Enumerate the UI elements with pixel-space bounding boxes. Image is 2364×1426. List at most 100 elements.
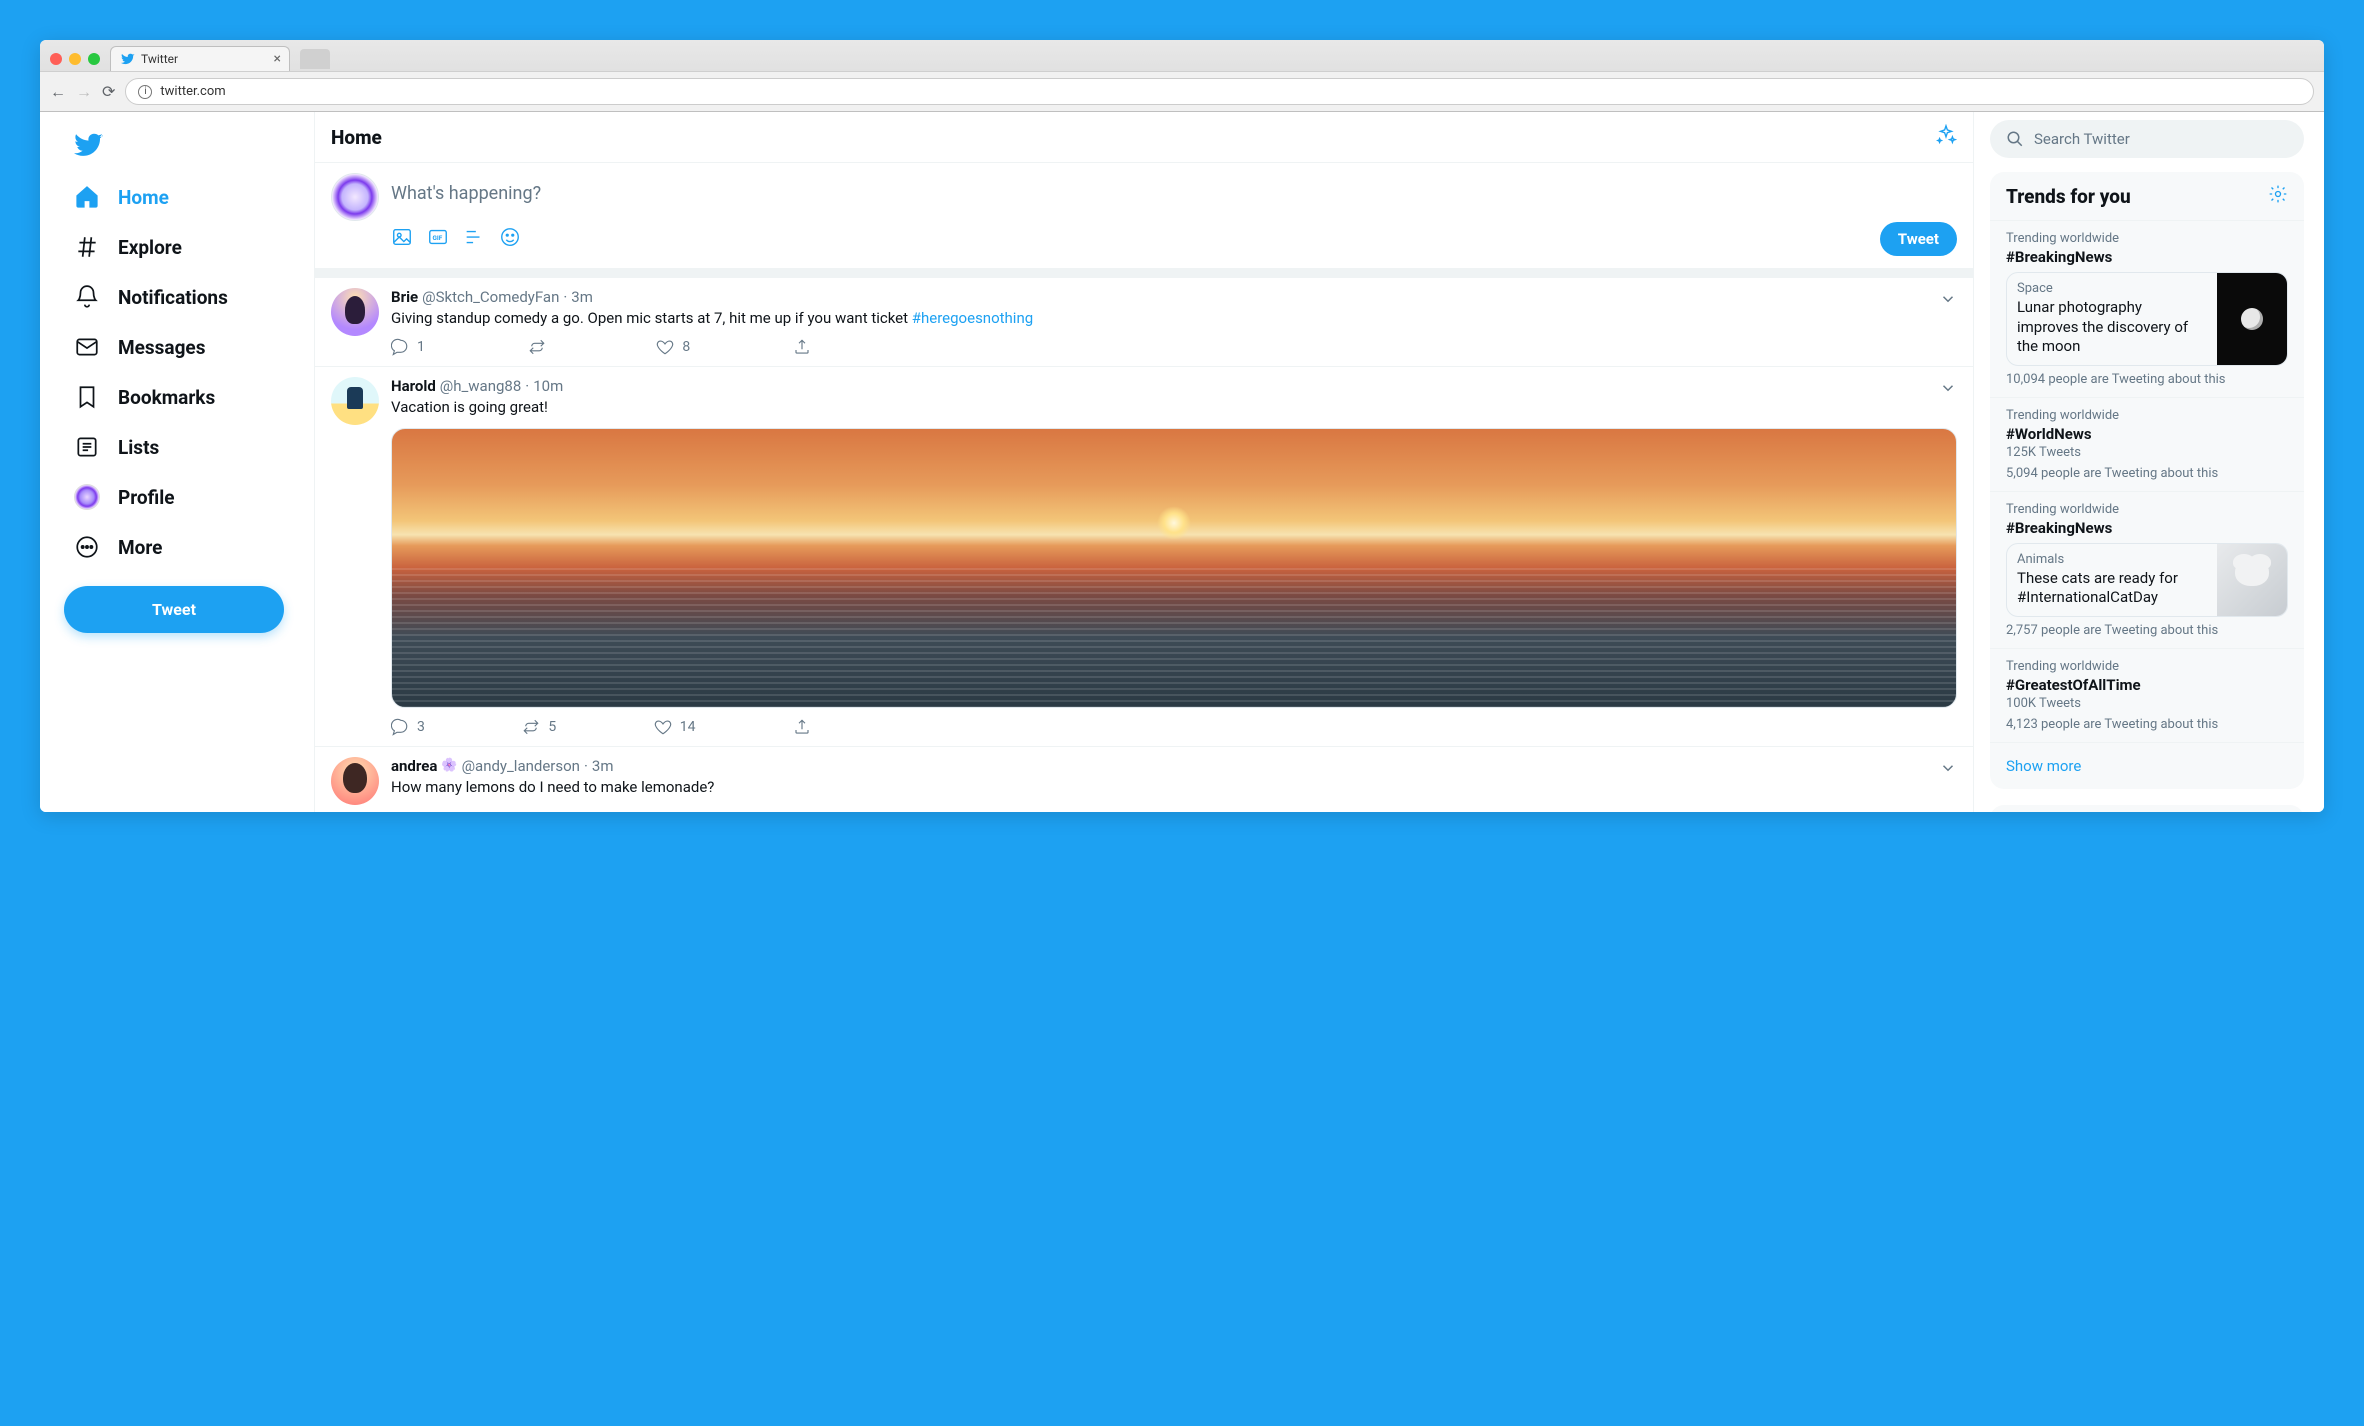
url-text: twitter.com (160, 84, 225, 99)
browser-tab[interactable]: Twitter × (110, 46, 290, 71)
tweet-menu-icon[interactable] (1939, 290, 1957, 312)
svg-text:GIF: GIF (433, 234, 443, 242)
poll-icon[interactable] (463, 226, 485, 252)
flower-emoji: 🌸 (441, 758, 457, 773)
settings-icon[interactable] (2268, 184, 2288, 208)
trend-item[interactable]: Trending worldwide #BreakingNews Space L… (1990, 221, 2304, 398)
trend-context: Trending worldwide (2006, 502, 2288, 517)
tweet-author-name[interactable]: Harold (391, 377, 436, 395)
hashtag-icon (74, 234, 100, 260)
share-button[interactable] (793, 718, 811, 736)
top-tweets-icon[interactable] (1935, 124, 1957, 150)
minimize-window-button[interactable] (69, 53, 81, 65)
timeline-header: Home (315, 112, 1973, 163)
page-title: Home (331, 126, 382, 149)
tweet-image[interactable] (391, 428, 1957, 708)
sidebar-item-more[interactable]: More (64, 522, 306, 572)
sidebar-item-bookmarks[interactable]: Bookmarks (64, 372, 306, 422)
tweet-author-handle[interactable]: @h_wang88 (440, 377, 522, 395)
sidebar-tweet-button[interactable]: Tweet (64, 586, 284, 633)
trend-hashtag: #GreatestOfAllTime (2006, 676, 2288, 694)
tweet[interactable]: Brie @Sktch_ComedyFan · 3m Giving standu… (315, 278, 1973, 367)
tweet-author-name[interactable]: Brie (391, 288, 418, 306)
sidebar-item-explore[interactable]: Explore (64, 222, 306, 272)
tweet[interactable]: Harold @h_wang88 · 10m Vacation is going… (315, 367, 1973, 746)
tweet-author-handle[interactable]: @Sktch_ComedyFan (422, 288, 559, 306)
browser-window: Twitter × ← → ⟳ i twitter.com Home (40, 40, 2324, 812)
home-icon (74, 184, 100, 210)
news-title: Lunar photography improves the discovery… (2017, 298, 2197, 357)
trend-item[interactable]: Trending worldwide #BreakingNews Animals… (1990, 492, 2304, 649)
maximize-window-button[interactable] (88, 53, 100, 65)
trend-meta: 4,123 people are Tweeting about this (2006, 717, 2288, 732)
news-category: Space (2017, 281, 2197, 296)
tweet-avatar[interactable] (331, 288, 379, 336)
sidebar-item-lists[interactable]: Lists (64, 422, 306, 472)
trend-hashtag: #BreakingNews (2006, 248, 2288, 266)
tweet-author-name[interactable]: andrea (391, 757, 437, 775)
more-icon (74, 534, 100, 560)
sidebar-item-profile[interactable]: Profile (64, 472, 306, 522)
tweet-time[interactable]: 10m (533, 377, 563, 395)
gif-icon[interactable]: GIF (427, 226, 449, 252)
hashtag-link[interactable]: #heregoesnothing (912, 309, 1033, 327)
compose-avatar[interactable] (331, 173, 379, 221)
trend-hashtag: #WorldNews (2006, 425, 2288, 443)
avatar-icon (74, 484, 100, 510)
tweet-menu-icon[interactable] (1939, 379, 1957, 401)
reply-button[interactable]: 3 (391, 718, 425, 736)
retweet-button[interactable]: 5 (522, 718, 556, 736)
list-icon (74, 434, 100, 460)
like-button[interactable]: 8 (656, 338, 690, 356)
site-info-icon[interactable]: i (138, 85, 152, 99)
sidebar-item-notifications[interactable]: Notifications (64, 272, 306, 322)
search-icon (2006, 130, 2024, 148)
trend-context: Trending worldwide (2006, 659, 2288, 674)
tweet-menu-icon[interactable] (1939, 759, 1957, 781)
show-more-link[interactable]: Show more (1990, 743, 2304, 789)
trend-news-card[interactable]: Animals These cats are ready for #Intern… (2006, 543, 2288, 617)
right-column: Search Twitter Trends for you Trending w… (1974, 112, 2324, 812)
tweet-time[interactable]: 3m (571, 288, 593, 306)
sidebar-item-label: Notifications (118, 286, 228, 309)
image-icon[interactable] (391, 226, 413, 252)
compose-input[interactable]: What's happening? (391, 173, 1957, 222)
news-thumbnail (2217, 273, 2287, 365)
sidebar-item-label: Explore (118, 236, 182, 259)
trend-context: Trending worldwide (2006, 408, 2288, 423)
trend-news-card[interactable]: Space Lunar photography improves the dis… (2006, 272, 2288, 366)
twitter-logo[interactable] (64, 122, 306, 172)
back-button[interactable]: ← (50, 82, 66, 102)
sidebar-item-home[interactable]: Home (64, 172, 306, 222)
reload-button[interactable]: ⟳ (102, 82, 115, 101)
trend-item[interactable]: Trending worldwide #GreatestOfAllTime 10… (1990, 649, 2304, 743)
close-window-button[interactable] (50, 53, 62, 65)
window-controls (50, 53, 100, 65)
main-column: Home What's happening? GIF (315, 112, 1974, 812)
tweet[interactable]: andrea 🌸 @andy_landerson · 3m How many l… (315, 747, 1973, 813)
trend-count: 100K Tweets (2006, 696, 2288, 711)
tweet-header: Harold @h_wang88 · 10m (391, 377, 1957, 395)
sidebar-item-label: Lists (118, 436, 159, 459)
sidebar-item-label: Home (118, 186, 169, 209)
compose-tweet-button[interactable]: Tweet (1880, 222, 1957, 256)
address-bar[interactable]: i twitter.com (125, 78, 2314, 105)
like-button[interactable]: 14 (654, 718, 696, 736)
sidebar-item-messages[interactable]: Messages (64, 322, 306, 372)
tweet-avatar[interactable] (331, 757, 379, 805)
new-tab-button[interactable] (300, 49, 330, 69)
tweet-avatar[interactable] (331, 377, 379, 425)
retweet-button[interactable] (528, 338, 554, 356)
reply-button[interactable]: 1 (391, 338, 425, 356)
tweet-time[interactable]: 3m (592, 757, 614, 775)
sidebar: Home Explore Notifications Messages Book… (40, 112, 315, 812)
trend-item[interactable]: Trending worldwide #WorldNews 125K Tweet… (1990, 398, 2304, 492)
emoji-icon[interactable] (499, 226, 521, 252)
share-button[interactable] (793, 338, 811, 356)
sidebar-item-label: Messages (118, 336, 205, 359)
close-tab-icon[interactable]: × (274, 51, 281, 67)
compose-box: What's happening? GIF Tweet (315, 163, 1973, 278)
search-input[interactable]: Search Twitter (1990, 120, 2304, 158)
forward-button[interactable]: → (76, 82, 92, 102)
tweet-author-handle[interactable]: @andy_landerson (462, 757, 580, 775)
